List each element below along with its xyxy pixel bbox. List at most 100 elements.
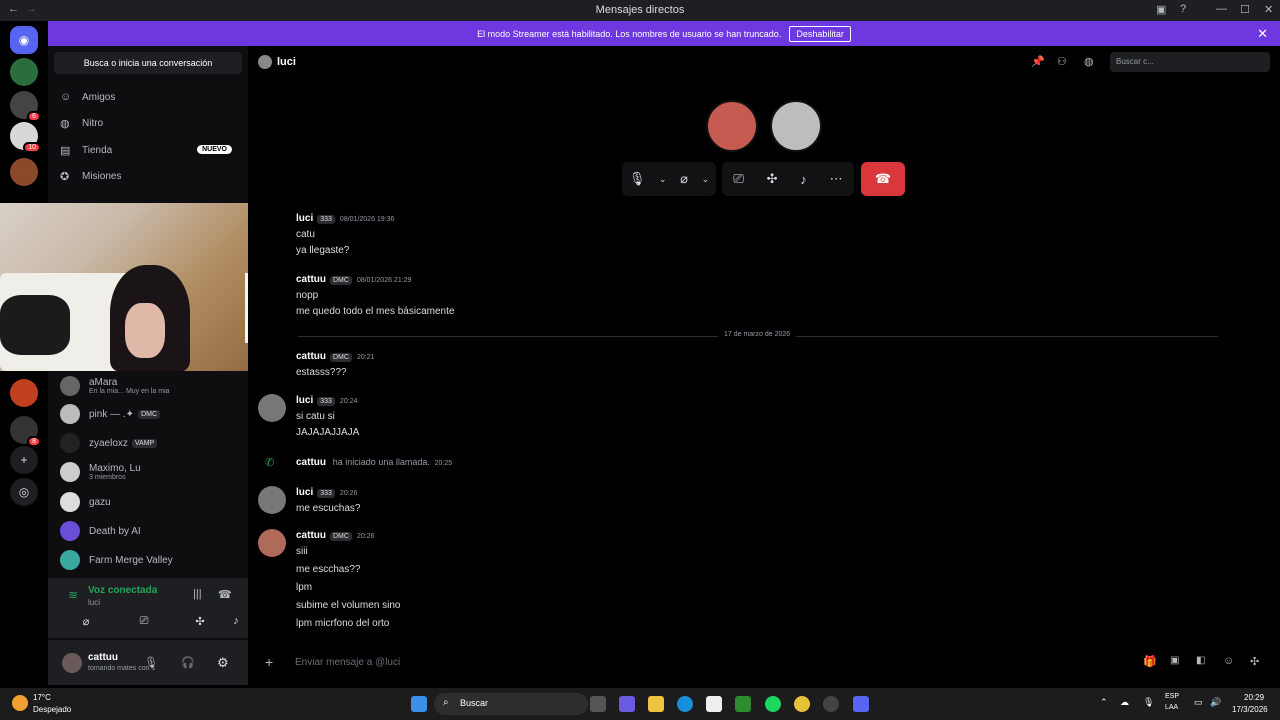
message-author[interactable]: cattuu [296, 274, 326, 285]
chevron-down-icon[interactable]: ⌄ [702, 174, 710, 185]
settings-icon[interactable]: ⚙ [217, 655, 229, 671]
more-icon[interactable]: ⋯ [830, 171, 843, 187]
network-tray-icon[interactable]: ☁ [1120, 697, 1129, 708]
discord-taskbar-icon[interactable] [853, 696, 869, 712]
jacket-image [0, 295, 70, 355]
profile-icon[interactable]: ◍ [1084, 55, 1094, 68]
camera-off-icon[interactable]: ⌀ [66, 615, 106, 628]
close-banner-icon[interactable]: ✕ [1257, 26, 1268, 42]
chevron-down-icon[interactable]: ⌄ [659, 174, 667, 185]
sticker-icon[interactable]: ◧ [1196, 655, 1205, 666]
emoji-icon[interactable]: ☺ [1223, 655, 1234, 667]
server-icon[interactable]: 10 [10, 122, 41, 153]
language-layout[interactable]: LAA [1165, 704, 1178, 711]
close-window-icon[interactable]: ✕ [1264, 3, 1273, 16]
message-author[interactable]: luci [296, 487, 313, 498]
mic-camera-controls: 🎙 ⌄ ⌀ ⌄ [622, 162, 716, 196]
hang-up-button[interactable]: ☎ [861, 162, 905, 196]
add-friend-icon[interactable]: ⚇ [1057, 55, 1067, 68]
dm-name: zyaeloxz [89, 437, 128, 449]
dm-item[interactable]: Maximo, Lu 3 miembros [56, 459, 244, 485]
avatar[interactable] [258, 486, 286, 514]
discord-home-icon[interactable]: ◉ [10, 26, 38, 54]
dm-item[interactable]: Farm Merge Valley [56, 547, 244, 573]
header-name[interactable]: luci [277, 56, 296, 68]
windows-start-icon[interactable] [411, 696, 427, 712]
dm-item[interactable]: pink — .✦ DMC [56, 401, 244, 427]
spotify-icon[interactable] [765, 696, 781, 712]
soundboard-icon[interactable]: ♪ [800, 172, 807, 187]
screen-share-icon[interactable]: ⎚ [124, 615, 164, 628]
message-text: lpm [296, 582, 313, 593]
camera-off-icon[interactable]: ⌀ [680, 171, 688, 187]
chatgpt-icon[interactable] [823, 696, 839, 712]
copilot-icon[interactable] [619, 696, 635, 712]
participant-avatar[interactable] [770, 100, 822, 152]
activities-icon[interactable]: ✣ [767, 171, 778, 187]
screen-share-icon[interactable]: ⎚ [733, 171, 743, 187]
participant-avatar[interactable] [706, 100, 758, 152]
message-text: me quedo todo el mes básicamente [296, 306, 455, 317]
inbox-icon[interactable]: ▣ [1156, 3, 1166, 16]
server-icon[interactable] [10, 158, 38, 186]
weather-desc[interactable]: Despejado [33, 705, 71, 714]
display-tray-icon[interactable]: ▭ [1194, 697, 1203, 708]
disconnect-icon[interactable]: ☎ [218, 588, 232, 601]
dm-item[interactable]: Death by AI [56, 518, 244, 544]
help-icon[interactable]: ? [1180, 3, 1186, 15]
attach-plus-icon[interactable]: + [265, 654, 273, 670]
chevron-up-icon[interactable]: ⌃ [1100, 697, 1108, 708]
dm-item[interactable]: gazu [56, 489, 244, 515]
clock-time[interactable]: 20:29 [1244, 693, 1264, 702]
add-server-icon[interactable]: + [10, 446, 38, 474]
gif-icon[interactable]: ▣ [1170, 655, 1179, 666]
chrome-icon[interactable] [794, 696, 810, 712]
volume-tray-icon[interactable]: 🔊 [1210, 697, 1221, 708]
task-view-icon[interactable] [590, 696, 606, 712]
message-input[interactable]: Enviar mensaje a @luci [295, 657, 400, 668]
minimize-icon[interactable]: — [1216, 3, 1227, 15]
message-author[interactable]: luci [296, 213, 313, 224]
user-avatar[interactable] [62, 653, 82, 673]
language-indicator[interactable]: ESP [1165, 693, 1179, 700]
edge-icon[interactable] [677, 696, 693, 712]
maximize-icon[interactable]: ☐ [1240, 3, 1250, 16]
discover-icon[interactable]: ◎ [10, 478, 38, 506]
apps-icon[interactable]: ✣ [1250, 655, 1259, 668]
store-icon[interactable] [706, 696, 722, 712]
message-author[interactable]: luci [296, 395, 313, 406]
server-icon[interactable] [10, 379, 38, 407]
message-author[interactable]: cattuu [296, 530, 326, 541]
gift-icon[interactable]: 🎁 [1143, 655, 1157, 668]
mic-tray-icon[interactable]: 🎙 [1143, 697, 1154, 708]
message-author[interactable]: cattuu [296, 457, 326, 468]
mic-icon[interactable]: 🎙 [144, 656, 158, 669]
voice-channel[interactable]: luci [88, 598, 100, 607]
noise-suppression-icon[interactable]: ||| [193, 588, 202, 600]
conversation-search[interactable]: Busca o inicia una conversación [54, 52, 242, 74]
minecraft-icon[interactable] [735, 696, 751, 712]
dm-item[interactable]: zyaeloxz VAMP [56, 430, 244, 456]
pin-icon[interactable]: 📌 [1031, 55, 1045, 68]
dm-item[interactable]: aMara En la mia... Muy en la mia [56, 373, 244, 399]
taskbar-search[interactable]: Buscar [434, 693, 588, 715]
weather-temp[interactable]: 17°C [33, 693, 51, 702]
nav-shop[interactable]: ▤ Tienda NUEVO [54, 139, 242, 161]
disable-streamer-button[interactable]: Deshabilitar [789, 25, 851, 42]
headphones-icon[interactable]: 🎧 [181, 656, 195, 669]
activities-icon[interactable]: ✣ [180, 615, 220, 628]
nav-nitro[interactable]: ◍ Nitro [54, 112, 242, 134]
avatar [60, 462, 80, 482]
file-explorer-icon[interactable] [648, 696, 664, 712]
avatar[interactable] [258, 529, 286, 557]
message-author[interactable]: cattuu [296, 351, 326, 362]
clock-date[interactable]: 17/3/2026 [1232, 705, 1268, 714]
header-search[interactable]: Buscar c... [1110, 52, 1270, 72]
avatar[interactable] [258, 394, 286, 422]
server-icon[interactable]: 8 [10, 416, 41, 447]
server-icon[interactable] [10, 58, 38, 86]
mic-icon[interactable]: 🎙 [629, 171, 646, 187]
nav-quests[interactable]: ✪ Misiones [54, 165, 242, 187]
nav-friends[interactable]: ☺ Amigos [54, 86, 242, 108]
server-icon[interactable]: 6 [10, 91, 41, 122]
